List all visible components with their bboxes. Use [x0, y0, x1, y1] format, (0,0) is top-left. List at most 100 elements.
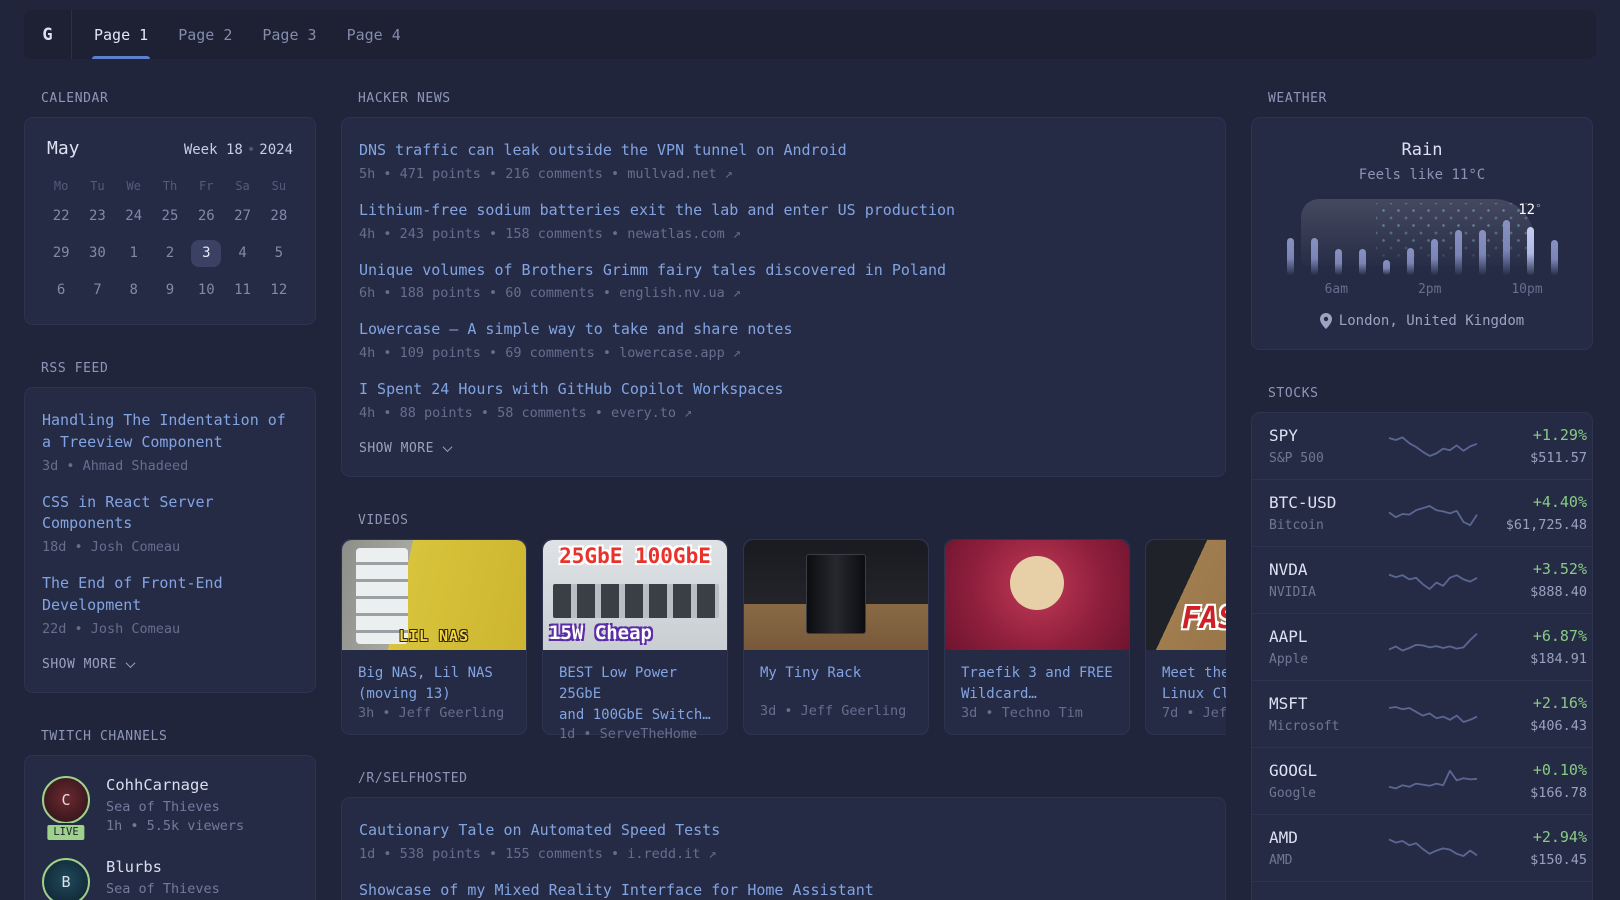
- reddit-item-title[interactable]: Cautionary Tale on Automated Speed Tests: [359, 820, 1208, 842]
- stocks-widget: STOCKS SPYS&P 500+1.29%$511.57BTC-USDBit…: [1251, 386, 1593, 900]
- stock-row-msft[interactable]: MSFTMicrosoft+2.16%$406.43: [1252, 680, 1592, 747]
- rss-item-title[interactable]: Handling The Indentation of a Treeview C…: [42, 410, 298, 454]
- twitch-channel-category: Sea of Thieves: [106, 799, 244, 815]
- hackernews-item: I Spent 24 Hours with GitHub Copilot Wor…: [359, 379, 1208, 421]
- calendar-section-title: CALENDAR: [41, 91, 316, 106]
- stock-values: +3.52%$888.40: [1479, 560, 1587, 600]
- video-thumbnail: 25GbE 100GbE15W Cheap: [543, 540, 727, 650]
- stock-name: Bitcoin: [1269, 518, 1387, 533]
- stock-name: S&P 500: [1269, 451, 1387, 466]
- video-card[interactable]: FASTMeet the Linux Clu7d • Jeff Geerling: [1145, 539, 1226, 735]
- stock-change: +4.40%: [1479, 493, 1587, 511]
- rss-item: The End of Front-End Development22d • Jo…: [42, 573, 298, 637]
- videos-section-title: VIDEOS: [358, 513, 1226, 528]
- calendar-day: 1: [119, 240, 149, 267]
- stock-identity: BTC-USD Bitcoin: [1269, 493, 1387, 533]
- hackernews-item-title[interactable]: Lowercase – A simple way to take and sha…: [359, 319, 1208, 341]
- app-logo[interactable]: G: [24, 10, 72, 59]
- video-card[interactable]: Traefik 3 and FREE Wildcard…3d • Techno …: [944, 539, 1130, 735]
- video-title[interactable]: Meet the Linux Clu: [1146, 650, 1226, 705]
- reddit-item-title[interactable]: Showcase of my Mixed Reality Interface f…: [359, 880, 1208, 900]
- stock-name: Microsoft: [1269, 719, 1387, 734]
- video-card[interactable]: My Tiny Rack3d • Jeff Geerling: [743, 539, 929, 735]
- stock-values: +0.10%$166.78: [1479, 761, 1587, 801]
- stock-change: +0.10%: [1479, 761, 1587, 779]
- calendar-day-header: Tu: [79, 179, 115, 193]
- video-title[interactable]: Traefik 3 and FREE Wildcard…: [945, 650, 1129, 705]
- stock-row-btc-usd[interactable]: BTC-USD Bitcoin +4.40%$61,725.48: [1252, 479, 1592, 546]
- hackernews-item: Lithium-free sodium batteries exit the l…: [359, 200, 1208, 242]
- video-title[interactable]: BEST Low Power 25GbE and 100GbE Switch…: [543, 650, 727, 726]
- twitch-channel-row[interactable]: BLIVEBlurbsSea of Thieves1h • 264 viewer…: [42, 858, 298, 900]
- rss-item-title[interactable]: CSS in React Server Components: [42, 492, 298, 536]
- calendar-day-header: Mo: [43, 179, 79, 193]
- stock-row-nvda[interactable]: NVDANVIDIA+3.52%$888.40: [1252, 546, 1592, 613]
- video-card[interactable]: 25GbE 100GbE15W CheapBEST Low Power 25Gb…: [542, 539, 728, 735]
- weather-bar-cell: [1278, 213, 1302, 275]
- page-tabs: Page 1 Page 2 Page 3 Page 4: [72, 10, 401, 59]
- stock-row-aapl[interactable]: AAPLApple+6.87%$184.91: [1252, 613, 1592, 680]
- stock-row-spy[interactable]: SPYS&P 500+1.29%$511.57: [1252, 413, 1592, 479]
- calendar-day: 4: [228, 240, 258, 267]
- hackernews-item-title[interactable]: Unique volumes of Brothers Grimm fairy t…: [359, 260, 1208, 282]
- weather-bar-cell: [1350, 213, 1374, 275]
- stock-row-rddt[interactable]: RDDT-1.65%: [1252, 881, 1592, 900]
- stock-symbol: BTC-USD: [1269, 493, 1387, 512]
- hackernews-show-more-button[interactable]: SHOW MORE: [359, 441, 1208, 456]
- stock-row-amd[interactable]: AMDAMD+2.94%$150.45: [1252, 814, 1592, 881]
- stock-price: $511.57: [1479, 450, 1587, 466]
- right-column: WEATHER Rain Feels like 11°C 12° 6am2pm1…: [1251, 91, 1593, 900]
- tab-page-1[interactable]: Page 1: [94, 10, 148, 59]
- middle-column: HACKER NEWS DNS traffic can leak outside…: [341, 91, 1226, 900]
- hackernews-item-title[interactable]: DNS traffic can leak outside the VPN tun…: [359, 140, 1208, 162]
- twitch-channel-name[interactable]: CohhCarnage: [106, 776, 244, 794]
- reddit-section-title: /R/SELFHOSTED: [358, 771, 1226, 786]
- video-thumbnail: [744, 540, 928, 650]
- weather-feels-like: Feels like 11°C: [1272, 167, 1572, 183]
- hackernews-item-meta: 4h • 88 points • 58 comments • every.to …: [359, 405, 1208, 421]
- hackernews-item: Lowercase – A simple way to take and sha…: [359, 319, 1208, 361]
- weather-condition: Rain: [1272, 140, 1572, 160]
- stock-price: $184.91: [1479, 651, 1587, 667]
- video-thumbnail: [945, 540, 1129, 650]
- twitch-channel-name[interactable]: Blurbs: [106, 858, 236, 876]
- rss-item-title[interactable]: The End of Front-End Development: [42, 573, 298, 617]
- hackernews-item-title[interactable]: Lithium-free sodium batteries exit the l…: [359, 200, 1208, 222]
- stock-name: AMD: [1269, 853, 1387, 868]
- weather-axis-label: [1301, 282, 1324, 297]
- tab-page-3[interactable]: Page 3: [262, 10, 316, 59]
- calendar-day: 30: [82, 240, 112, 267]
- calendar-day-header: We: [116, 179, 152, 193]
- weather-bar-cell: [1398, 213, 1422, 275]
- weather-temp-bar: [1551, 240, 1558, 275]
- calendar-day: 22: [46, 203, 76, 230]
- calendar-day-header: Fr: [188, 179, 224, 193]
- weather-temp-bar: [1503, 220, 1510, 275]
- tab-page-2[interactable]: Page 2: [178, 10, 232, 59]
- weather-section-title: WEATHER: [1268, 91, 1593, 106]
- twitch-channel-info: BlurbsSea of Thieves1h • 264 viewers: [106, 858, 236, 900]
- weather-location-row: London, United Kingdom: [1272, 313, 1572, 329]
- stock-values: +4.40%$61,725.48: [1479, 493, 1587, 533]
- weather-temp-bar: [1383, 260, 1390, 275]
- video-thumbnail: LIL NAS: [342, 540, 526, 650]
- stock-row-googl[interactable]: GOOGLGoogle+0.10%$166.78: [1252, 747, 1592, 814]
- video-title[interactable]: My Tiny Rack: [744, 650, 928, 684]
- video-title[interactable]: Big NAS, Lil NAS (moving 13): [342, 650, 526, 705]
- calendar-day: 2: [155, 240, 185, 267]
- rss-item: CSS in React Server Components18d • Josh…: [42, 492, 298, 556]
- rss-show-more-button[interactable]: SHOW MORE: [42, 657, 298, 672]
- thumbnail-text: LIL NAS: [342, 627, 526, 645]
- weather-peak-temp: 12°: [1518, 202, 1541, 218]
- hackernews-show-more-label: SHOW MORE: [359, 441, 434, 456]
- stock-price: $888.40: [1479, 584, 1587, 600]
- hackernews-item-title[interactable]: I Spent 24 Hours with GitHub Copilot Wor…: [359, 379, 1208, 401]
- video-card[interactable]: LIL NASBig NAS, Lil NAS (moving 13)3h • …: [341, 539, 527, 735]
- weather-temp-bar: [1527, 227, 1534, 275]
- twitch-channel-row[interactable]: CLIVECohhCarnageSea of Thieves1h • 5.5k …: [42, 776, 298, 834]
- calendar-day: 24: [119, 203, 149, 230]
- tab-page-4[interactable]: Page 4: [347, 10, 401, 59]
- calendar-day-header: Su: [261, 179, 297, 193]
- stock-identity: AMDAMD: [1269, 828, 1387, 868]
- hackernews-widget: HACKER NEWS DNS traffic can leak outside…: [341, 91, 1226, 477]
